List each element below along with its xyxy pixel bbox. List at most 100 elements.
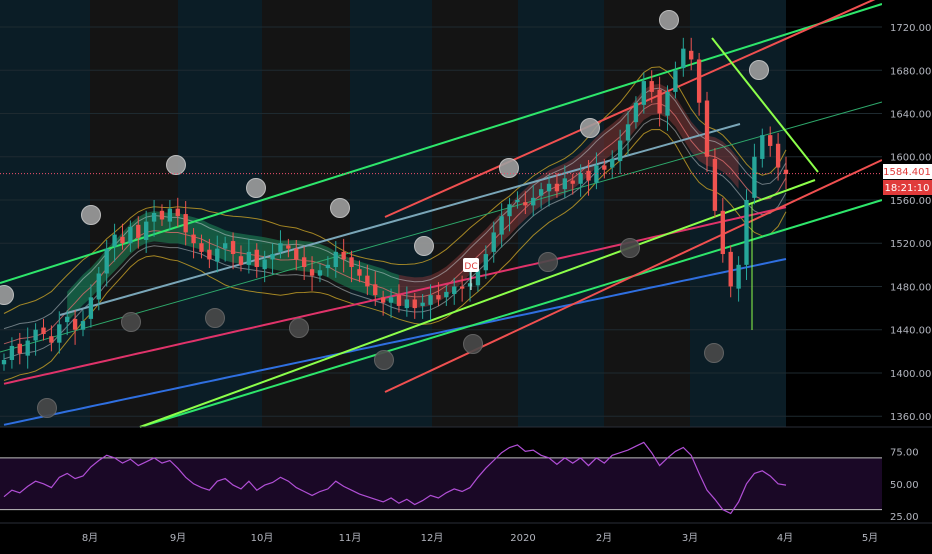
candle-body (436, 295, 441, 300)
price-tick-label: 1400.000 (890, 369, 932, 380)
candle-body (673, 70, 678, 92)
candle-body (317, 270, 323, 276)
wave-marker (289, 318, 309, 338)
wave-marker (246, 178, 266, 198)
candle-body (712, 158, 718, 211)
candle-body (546, 183, 552, 192)
rsi-band-fill (0, 457, 882, 510)
candle-body (183, 214, 188, 233)
chart-canvas[interactable]: DC 1720.000 1680.000 1640.000 1600.000 1560.… (0, 0, 932, 550)
candle-body (199, 243, 204, 252)
rsi-tick-label: 75.00 (890, 447, 919, 458)
candle-body (120, 236, 125, 244)
candle-body (9, 345, 15, 360)
candle-body (768, 135, 773, 146)
candle-body (625, 124, 631, 141)
wave-marker (749, 60, 769, 80)
candle-body (404, 299, 410, 309)
price-axis[interactable] (882, 0, 932, 427)
candle-body (720, 210, 725, 255)
candle-body (380, 297, 386, 303)
candle-body (309, 269, 315, 276)
wave-marker (659, 10, 679, 30)
wave-marker (538, 252, 558, 272)
price-tick-label: 1360.000 (890, 412, 932, 423)
candle-body (760, 135, 765, 159)
candle-body (80, 321, 86, 330)
candle-body (499, 216, 504, 235)
candle-body (136, 224, 141, 238)
candle-body (428, 295, 433, 305)
trading-chart[interactable]: DC 1720.000 1680.000 1640.000 1600.000 1560.… (0, 0, 932, 550)
candle-body (144, 221, 149, 240)
candle-body (104, 248, 109, 274)
current-price-value: 1584.401 (883, 167, 931, 178)
candle-body (128, 227, 133, 244)
wave-marker (580, 118, 600, 138)
wave-marker (620, 238, 640, 258)
price-tick-label: 1520.000 (890, 239, 932, 250)
rsi-tick-label: 25.00 (890, 512, 919, 523)
candle-body (112, 234, 117, 247)
candle-body (72, 318, 78, 330)
price-tick-label: 1480.000 (890, 282, 932, 293)
candle-body (657, 89, 662, 114)
dividend-marker-label: DC (464, 262, 477, 272)
candle-body (775, 143, 781, 168)
wave-marker (37, 398, 57, 418)
candle-body (444, 291, 449, 298)
candle-body (744, 199, 749, 265)
session-band (0, 0, 90, 427)
price-tick-label: 1560.000 (890, 196, 932, 207)
candle-body (1, 359, 7, 365)
candle-body (459, 286, 465, 289)
candle-body (554, 183, 560, 192)
wave-marker (374, 350, 394, 370)
candle-body (41, 327, 46, 335)
candle-body (49, 336, 54, 343)
candle-body (491, 232, 496, 252)
candle-body (278, 243, 283, 252)
candle-body (357, 269, 362, 276)
candle-body (25, 340, 30, 356)
candle-body (175, 208, 180, 217)
candle-body (254, 249, 259, 268)
time-tick-label: 9月 (170, 532, 186, 544)
candle-body (610, 158, 615, 168)
price-tick-label: 1720.000 (890, 23, 932, 34)
time-tick-label: 2020 (510, 533, 535, 544)
candle-body (159, 210, 165, 220)
candle-body (578, 172, 583, 184)
candle-body (191, 234, 196, 244)
wave-marker (205, 308, 225, 328)
candle-body (515, 199, 520, 203)
candle-body (633, 102, 639, 123)
wave-marker (499, 158, 519, 178)
candle-body (681, 48, 686, 69)
candle-body (325, 264, 331, 269)
time-tick-label: 12月 (421, 532, 444, 544)
candle-body (483, 254, 489, 271)
candle-body (246, 251, 252, 265)
candle-body (736, 264, 741, 289)
price-tick-label: 1440.000 (890, 326, 932, 337)
candle-body (88, 297, 94, 319)
rsi-tick-label: 50.00 (890, 480, 919, 491)
candle-body (420, 302, 425, 306)
candle-body (617, 140, 623, 162)
candle-body (665, 91, 670, 116)
candle-body (151, 212, 157, 222)
time-tick-label: 3月 (682, 532, 698, 544)
candle-body (57, 324, 62, 343)
candle-body (696, 59, 702, 103)
candle-body (570, 180, 575, 184)
candle-body (752, 156, 757, 198)
countdown-value: 18:21:10 (885, 183, 930, 194)
session-band (604, 0, 690, 427)
candle-body (167, 208, 173, 222)
price-tick-label: 1640.000 (890, 110, 932, 121)
candle-body (349, 257, 354, 268)
candle-body (649, 81, 654, 92)
candle-body (238, 256, 244, 265)
candle-body (341, 251, 346, 260)
